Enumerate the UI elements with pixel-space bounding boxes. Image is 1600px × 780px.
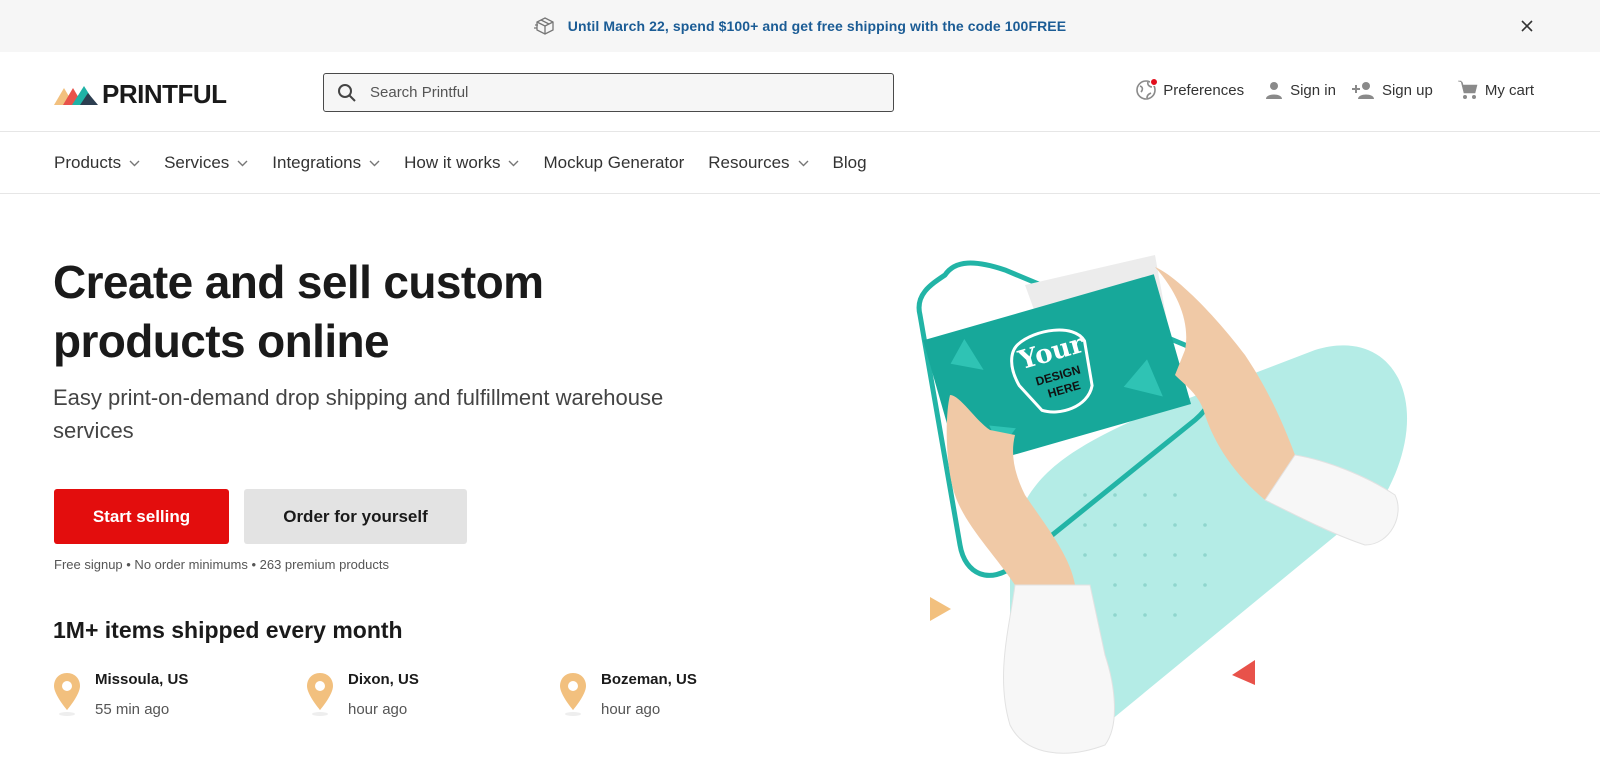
nav-item-how-it-works[interactable]: How it works [404, 153, 519, 173]
nav-item-label: Blog [832, 153, 867, 172]
map-pin-icon [560, 673, 586, 716]
nav-item-services[interactable]: Services [164, 153, 248, 173]
sign-in-label: Sign in [1290, 81, 1336, 99]
site-header: PRINTFUL Preferences [0, 52, 1600, 132]
globe-icon [1135, 78, 1159, 101]
location-item: Bozeman, US hour ago [559, 671, 812, 720]
chevron-down-icon [369, 160, 380, 167]
chevron-down-icon [129, 160, 140, 167]
location-text: Dixon, US hour ago [348, 671, 419, 720]
location-city: Dixon, US [348, 671, 419, 688]
location-time: hour ago [348, 701, 408, 718]
location-city: Missoula, US [95, 671, 189, 688]
nav-item-label: Resources [708, 153, 790, 172]
promo-banner: Until March 22, spend $100+ and get free… [0, 0, 1600, 52]
logo-text: PRINTFUL [102, 79, 227, 109]
package-icon [533, 15, 556, 37]
add-user-icon [1351, 80, 1376, 100]
shipped-title: 1M+ items shipped every month [53, 617, 403, 643]
location-city: Bozeman, US [601, 671, 697, 688]
promo-text: Until March 22, spend $100+ and get free… [567, 18, 1067, 34]
nav-item-mockup-generator[interactable]: Mockup Generator [543, 153, 684, 173]
hero-subtitle: Easy print-on-demand drop shipping and f… [53, 385, 664, 443]
close-icon[interactable] [1516, 15, 1538, 37]
cart-button[interactable]: My cart [1457, 79, 1534, 101]
location-time: 55 min ago [95, 701, 170, 718]
search-icon [336, 82, 358, 104]
nav-item-label: How it works [404, 153, 501, 172]
preferences-button[interactable]: Preferences [1135, 78, 1245, 101]
chevron-down-icon [508, 160, 519, 167]
nav-item-blog[interactable]: Blog [833, 153, 867, 173]
shipment-locations: Missoula, US 55 min ago Dixon, US hour a… [53, 671, 812, 720]
sign-up-button[interactable]: Sign up [1351, 80, 1433, 100]
chevron-down-icon [237, 160, 248, 167]
map-pin-icon [307, 673, 333, 716]
red-triangle-icon [1232, 660, 1255, 685]
hero-illustration: Your DESIGN HERE [916, 255, 1408, 754]
cart-icon [1457, 79, 1479, 101]
search-input[interactable] [370, 84, 850, 101]
sign-up-label: Sign up [1381, 81, 1433, 99]
logo-mark-icon [54, 85, 98, 105]
location-item: Missoula, US 55 min ago [53, 671, 306, 720]
promo-content: Until March 22, spend $100+ and get free… [533, 15, 1067, 37]
location-time: hour ago [601, 701, 661, 718]
printful-logo[interactable]: PRINTFUL [54, 79, 227, 110]
chevron-down-icon [798, 160, 809, 167]
search-box[interactable] [323, 73, 894, 112]
nav-item-products[interactable]: Products [54, 153, 140, 173]
hero-fine-print: Free signup • No order minimums • 263 pr… [54, 557, 389, 572]
nav-item-label: Services [164, 153, 230, 172]
cart-label: My cart [1484, 81, 1534, 99]
order-for-yourself-button[interactable]: Order for yourself [244, 489, 467, 544]
map-pin-icon [54, 673, 80, 716]
nav-item-label: Integrations [272, 153, 362, 172]
nav-item-integrations[interactable]: Integrations [272, 153, 380, 173]
nav-item-label: Products [54, 153, 122, 172]
location-text: Missoula, US 55 min ago [95, 671, 189, 720]
location-text: Bozeman, US hour ago [601, 671, 697, 720]
yellow-triangle-icon [930, 597, 951, 621]
nav-item-label: Mockup Generator [543, 153, 685, 172]
preferences-label: Preferences [1163, 81, 1245, 99]
hero-title: Create and sell custom products online [53, 256, 544, 367]
header-actions: Preferences Sign in Sign up My cart [1115, 78, 1534, 101]
start-selling-button[interactable]: Start selling [54, 489, 229, 544]
nav-item-resources[interactable]: Resources [708, 153, 809, 173]
user-icon [1264, 80, 1284, 100]
main-nav: Products Services Integrations How it wo… [0, 133, 1600, 194]
location-item: Dixon, US hour ago [306, 671, 559, 720]
sign-in-button[interactable]: Sign in [1264, 80, 1336, 100]
